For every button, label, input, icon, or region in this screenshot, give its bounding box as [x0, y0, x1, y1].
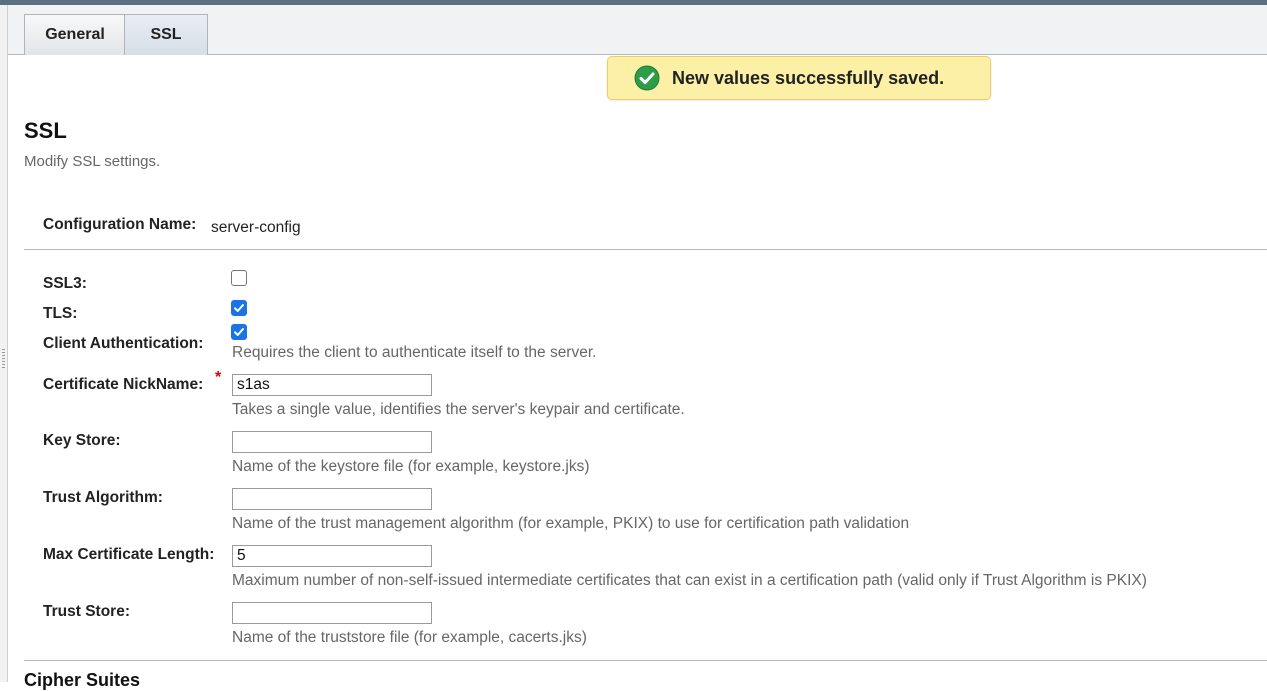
- checkmark-icon: [234, 328, 244, 336]
- tab-ssl[interactable]: SSL: [124, 14, 208, 55]
- left-frame-splitter[interactable]: [0, 5, 8, 682]
- cipher-suites-heading: Cipher Suites: [24, 670, 141, 690]
- config-name-label: Configuration Name:: [43, 216, 197, 233]
- success-alert: New values successfully saved.: [607, 56, 991, 100]
- key-store-label: Key Store:: [43, 432, 121, 449]
- success-check-icon: [634, 65, 660, 91]
- required-indicator: *: [215, 369, 222, 386]
- cert-nickname-help: Takes a single value, identifies the ser…: [232, 401, 685, 418]
- client-auth-checkbox[interactable]: [231, 324, 247, 340]
- trust-store-input[interactable]: [232, 602, 432, 624]
- trust-store-help: Name of the truststore file (for example…: [232, 629, 587, 646]
- max-cert-length-label: Max Certificate Length:: [43, 546, 215, 563]
- trust-algorithm-label: Trust Algorithm:: [43, 489, 163, 506]
- tab-strip: General SSL: [8, 5, 1267, 55]
- checkmark-icon: [234, 304, 244, 312]
- config-name-value: server-config: [211, 219, 301, 236]
- trust-store-label: Trust Store:: [43, 603, 130, 620]
- trust-algorithm-help: Name of the trust management algorithm (…: [232, 515, 910, 532]
- client-auth-label: Client Authentication:: [43, 335, 204, 352]
- page-title: SSL: [24, 118, 67, 143]
- tab-general[interactable]: General: [24, 14, 126, 55]
- key-store-help: Name of the keystore file (for example, …: [232, 458, 590, 475]
- max-cert-length-help: Maximum number of non-self-issued interm…: [232, 572, 1147, 589]
- tls-checkbox[interactable]: [231, 300, 247, 316]
- ssl3-label: SSL3:: [43, 275, 87, 292]
- page-help-text: Modify SSL settings.: [24, 153, 161, 170]
- divider: [24, 660, 1267, 661]
- splitter-grip-icon[interactable]: [2, 349, 5, 369]
- divider: [24, 249, 1267, 250]
- cert-nickname-input[interactable]: [232, 374, 432, 396]
- key-store-input[interactable]: [232, 431, 432, 453]
- ssl3-checkbox[interactable]: [231, 270, 247, 286]
- max-cert-length-input[interactable]: [232, 545, 432, 567]
- alert-message: New values successfully saved.: [672, 67, 945, 88]
- client-auth-help: Requires the client to authenticate itse…: [232, 344, 597, 361]
- tls-label: TLS:: [43, 305, 78, 322]
- trust-algorithm-input[interactable]: [232, 488, 432, 510]
- cert-nickname-label: Certificate NickName:: [43, 376, 204, 393]
